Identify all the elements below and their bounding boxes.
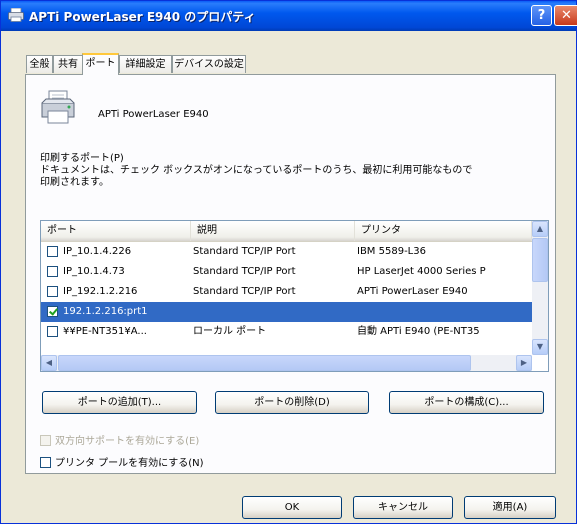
port-description: Standard TCP/IP Port [193, 266, 296, 277]
scroll-left-icon[interactable]: ◀ [41, 355, 57, 371]
pooling-checkbox[interactable] [40, 457, 51, 468]
port-checkbox[interactable] [47, 266, 58, 277]
port-printer: 自動 APTi E940 (PE-NT35 [357, 326, 480, 337]
column-description[interactable]: 説明 [191, 221, 355, 241]
port-row[interactable]: ¥¥PE-NT351¥A... ローカル ポート 自動 APTi E940 (P… [41, 322, 532, 342]
ports-description: 印刷するポート(P) ドキュメントは、チェック ボックスがオンになっているポート… [40, 153, 550, 189]
scroll-down-icon[interactable]: ▼ [532, 339, 548, 355]
ok-button[interactable]: OK [242, 496, 342, 519]
bidirectional-label: 双方向サポートを有効にする(E) [55, 436, 200, 447]
port-checkbox[interactable] [47, 246, 58, 257]
tab-general[interactable]: 全般 [26, 55, 53, 73]
add-port-button[interactable]: ポートの追加(T)... [42, 391, 197, 414]
properties-dialog: APTi PowerLaser E940 のプロパティ ? ✕ 全般 共有 ポー… [0, 0, 577, 524]
bidirectional-option: 双方向サポートを有効にする(E) [40, 432, 199, 447]
tab-ports[interactable]: ポート [82, 53, 119, 75]
port-list-header: ポート 説明 プリンタ [41, 221, 532, 242]
tab-device-settings[interactable]: デバイスの設定 [172, 55, 246, 73]
scroll-up-icon[interactable]: ▲ [532, 221, 548, 237]
port-list[interactable]: ポート 説明 プリンタ IP_10.1.4.226 Standard TCP/I… [40, 220, 549, 372]
close-button[interactable]: ✕ [554, 5, 577, 26]
vertical-scroll-thumb[interactable] [532, 238, 548, 282]
port-name: IP_10.1.4.226 [63, 246, 132, 257]
cancel-button[interactable]: キャンセル [353, 496, 453, 519]
port-name: IP_10.1.4.73 [63, 266, 125, 277]
scroll-right-icon[interactable]: ▶ [516, 355, 532, 371]
port-printer: IBM 5589-L36 [357, 246, 426, 257]
delete-port-button[interactable]: ポートの削除(D) [215, 391, 369, 414]
port-name: ¥¥PE-NT351¥A... [63, 326, 147, 337]
tab-sharing[interactable]: 共有 [53, 55, 83, 73]
pooling-option[interactable]: プリンタ プールを有効にする(N) [40, 454, 204, 469]
vertical-scrollbar[interactable]: ▲ ▼ [532, 221, 548, 355]
port-printer: APTi PowerLaser E940 [357, 286, 468, 297]
port-name: IP_192.1.2.216 [63, 286, 138, 297]
tab-advanced[interactable]: 詳細設定 [119, 55, 172, 73]
port-description: ローカル ポート [193, 326, 267, 337]
ports-description-line2: 印刷されます。 [40, 177, 109, 188]
window-title: APTi PowerLaser E940 のプロパティ [29, 10, 256, 24]
title-bar[interactable]: APTi PowerLaser E940 のプロパティ ? ✕ [1, 1, 577, 31]
ports-label: 印刷するポート(P) [40, 153, 124, 164]
pooling-label: プリンタ プールを有効にする(N) [55, 458, 204, 469]
printer-name: APTi PowerLaser E940 [98, 109, 209, 120]
port-row[interactable]: IP_192.1.2.216 Standard TCP/IP Port APTi… [41, 282, 532, 302]
configure-port-button[interactable]: ポートの構成(C)... [389, 391, 544, 414]
bidirectional-checkbox [40, 435, 51, 446]
port-checkbox[interactable] [47, 286, 58, 297]
column-port[interactable]: ポート [41, 221, 191, 241]
port-printer: HP LaserJet 4000 Series P [357, 266, 486, 277]
apply-button[interactable]: 適用(A) [464, 496, 556, 519]
port-checkbox[interactable] [47, 306, 58, 317]
port-description: Standard TCP/IP Port [193, 286, 296, 297]
horizontal-scrollbar[interactable]: ◀ ▶ [41, 355, 532, 371]
port-row-selected[interactable]: 192.1.2.216:prt1 [41, 302, 532, 322]
printer-icon [41, 90, 75, 124]
help-button[interactable]: ? [531, 5, 552, 26]
port-name: 192.1.2.216:prt1 [63, 306, 148, 317]
column-printer[interactable]: プリンタ [355, 221, 532, 241]
printer-icon [8, 8, 24, 22]
port-row[interactable]: IP_10.1.4.73 Standard TCP/IP Port HP Las… [41, 262, 532, 282]
port-description: Standard TCP/IP Port [193, 246, 296, 257]
horizontal-scroll-thumb[interactable] [58, 355, 471, 371]
ports-description-line1: ドキュメントは、チェック ボックスがオンになっているポートのうち、最初に利用可能… [40, 165, 473, 176]
port-checkbox[interactable] [47, 326, 58, 337]
port-row[interactable]: IP_10.1.4.226 Standard TCP/IP Port IBM 5… [41, 242, 532, 262]
